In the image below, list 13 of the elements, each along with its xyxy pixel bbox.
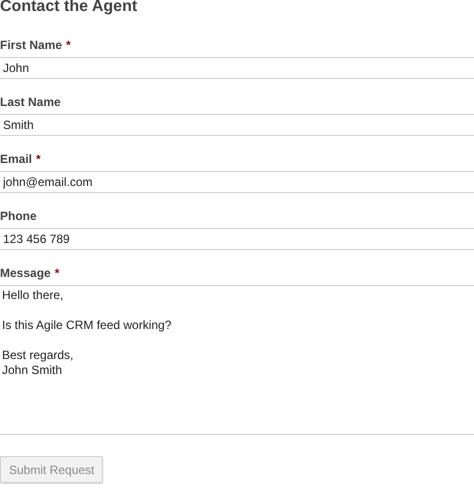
field-label: Message <box>0 266 51 280</box>
input-field[interactable]: John <box>0 57 474 79</box>
field-label: First Name <box>0 38 62 52</box>
field-label: Phone <box>0 209 37 223</box>
input-field[interactable]: 123 456 789 <box>0 228 474 250</box>
required-mark: * <box>66 38 71 52</box>
required-mark: * <box>36 152 41 166</box>
input-field[interactable]: Smith <box>0 114 474 136</box>
input-field[interactable]: john@email.com <box>0 171 474 193</box>
field-label: Email <box>0 152 32 166</box>
field-label: Last Name <box>0 95 61 109</box>
required-mark: * <box>54 266 60 280</box>
message-field[interactable]: Hello there, Is this Agile CRM feed working? Best regards, John Smith <box>0 285 474 435</box>
